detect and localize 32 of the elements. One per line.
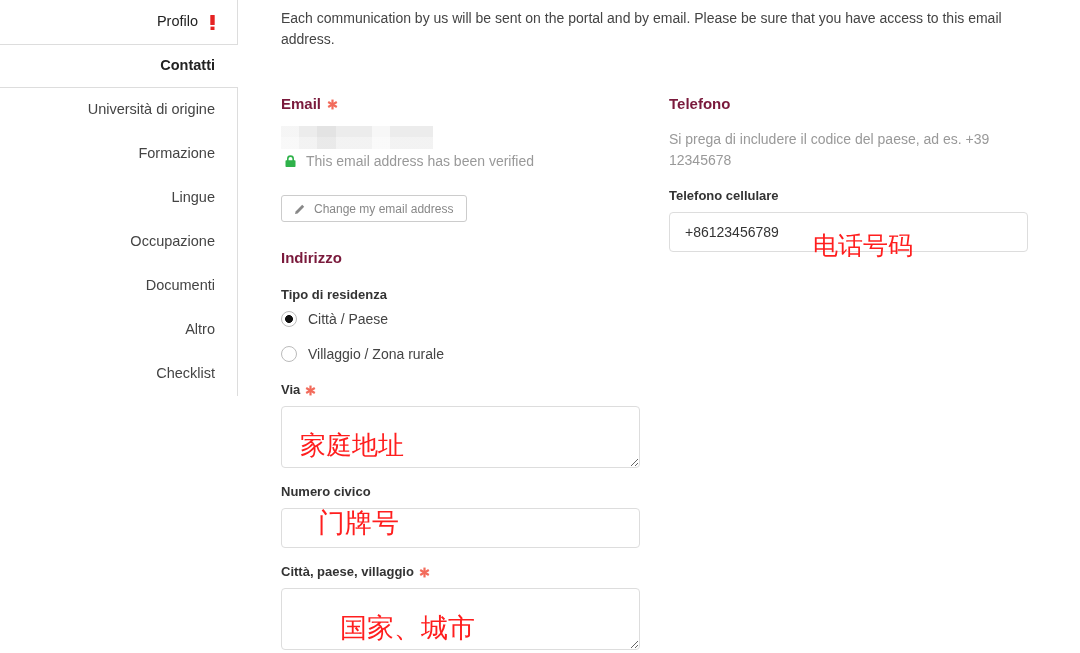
field-label: Via xyxy=(281,381,301,399)
intro-text: Each communication by us will be sent on the portal and by email. Please be sure that you have access to this email address. xyxy=(281,9,1003,49)
pencil-icon xyxy=(295,203,305,214)
sidebar-tab[interactable]: Altro xyxy=(0,308,237,352)
section-heading: Email xyxy=(281,94,322,114)
sidebar-tab[interactable]: Profilo xyxy=(0,0,237,44)
text-area[interactable] xyxy=(281,588,640,650)
annotation-text: 国家、城市 xyxy=(340,614,475,641)
sidebar-tab[interactable]: Lingue xyxy=(0,176,237,220)
change-email-button[interactable]: Change my email address xyxy=(281,195,468,222)
radio-button[interactable] xyxy=(281,346,297,362)
verified-note: This email address has been verified xyxy=(306,152,534,171)
section-heading: Telefono xyxy=(669,94,731,114)
sidebar-tab[interactable]: Contatti xyxy=(0,44,238,88)
option-label: Villaggio / Zona rurale xyxy=(308,345,444,364)
sidebar-tab[interactable]: Formazione xyxy=(0,132,237,176)
radio-button[interactable] xyxy=(281,311,297,327)
section-heading: Indirizzo xyxy=(281,248,342,268)
sidebar-tab[interactable]: Checklist xyxy=(0,352,237,396)
input-field[interactable] xyxy=(281,508,640,548)
field-label: Numero civico xyxy=(281,483,371,501)
field-label: Città, paese, villaggio xyxy=(281,563,414,581)
sidebar-tab[interactable]: Documenti xyxy=(0,264,237,308)
annotation-text: 家庭地址 xyxy=(300,432,404,458)
text-area[interactable] xyxy=(281,406,640,468)
option-label: Città / Paese xyxy=(308,310,389,329)
field-label: Tipo di residenza xyxy=(281,286,387,304)
annotation-text: 门牌号 xyxy=(318,509,399,536)
sidebar-tab[interactable]: Università di origine xyxy=(0,88,237,132)
field-label: Telefono cellulare xyxy=(669,187,779,205)
sidebar-tab[interactable]: Occupazione xyxy=(0,220,237,264)
help-text: Si prega di includere il codice del paese, ad es. +39 12345678 xyxy=(669,130,991,170)
